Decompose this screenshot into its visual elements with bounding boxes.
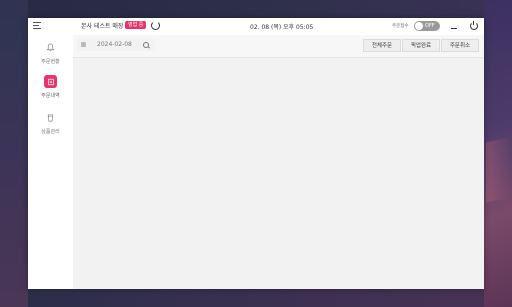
order-receive-toggle[interactable]: OFF (414, 21, 440, 31)
search-icon[interactable] (143, 42, 149, 48)
sidebar-item-order-status[interactable]: 주문현황 (28, 41, 73, 71)
desktop-background-right (484, 0, 512, 307)
date-picker[interactable]: 2024-02-08 (77, 39, 155, 51)
calendar-icon (81, 42, 86, 47)
sidebar-item-label: 상품관리 (41, 129, 60, 135)
store-name: 본사 테스트 매장 (81, 23, 124, 30)
main-content: 2024-02-08 전체주문 픽업완료 주문취소 (73, 35, 484, 289)
sidebar-item-label: 주문현황 (41, 59, 60, 65)
refresh-icon[interactable] (151, 21, 160, 30)
top-bar: 본사 테스트 매장 영업 중 02. 08 (목) 오후 05:05 주문접수 … (28, 18, 484, 35)
filter-pickup-complete-button[interactable]: 픽업완료 (402, 39, 440, 52)
date-value: 2024-02-08 (97, 41, 132, 48)
status-badge: 영업 중 (125, 21, 147, 29)
power-icon[interactable] (470, 21, 478, 30)
hamburger-menu-icon[interactable] (33, 22, 41, 31)
filter-all-orders-button[interactable]: 전체주문 (363, 39, 401, 52)
desktop-background-left (0, 0, 28, 307)
toggle-knob (415, 22, 423, 30)
cup-icon (44, 111, 57, 124)
current-datetime: 02. 08 (목) 오후 05:05 (250, 24, 314, 31)
desktop-background-bottom (0, 289, 512, 307)
sidebar-item-product-management[interactable]: 상품관리 (28, 111, 73, 141)
desktop-background-top (0, 0, 512, 18)
sidebar-item-order-history[interactable]: 주문내역 (28, 75, 73, 105)
app-window: 본사 테스트 매장 영업 중 02. 08 (목) 오후 05:05 주문접수 … (28, 18, 484, 289)
sidebar-item-label: 주문내역 (41, 93, 60, 99)
toggle-state-text: OFF (425, 23, 435, 29)
filter-bar: 2024-02-08 전체주문 픽업완료 주문취소 (73, 35, 484, 58)
filter-order-cancel-button[interactable]: 주문취소 (441, 39, 479, 52)
minimize-icon[interactable] (451, 28, 457, 29)
order-receive-label: 주문접수 (392, 24, 409, 29)
bell-icon (44, 41, 57, 54)
sidebar: 주문현황 주문내역 상품관리 (28, 35, 73, 289)
receipt-icon (44, 75, 57, 88)
